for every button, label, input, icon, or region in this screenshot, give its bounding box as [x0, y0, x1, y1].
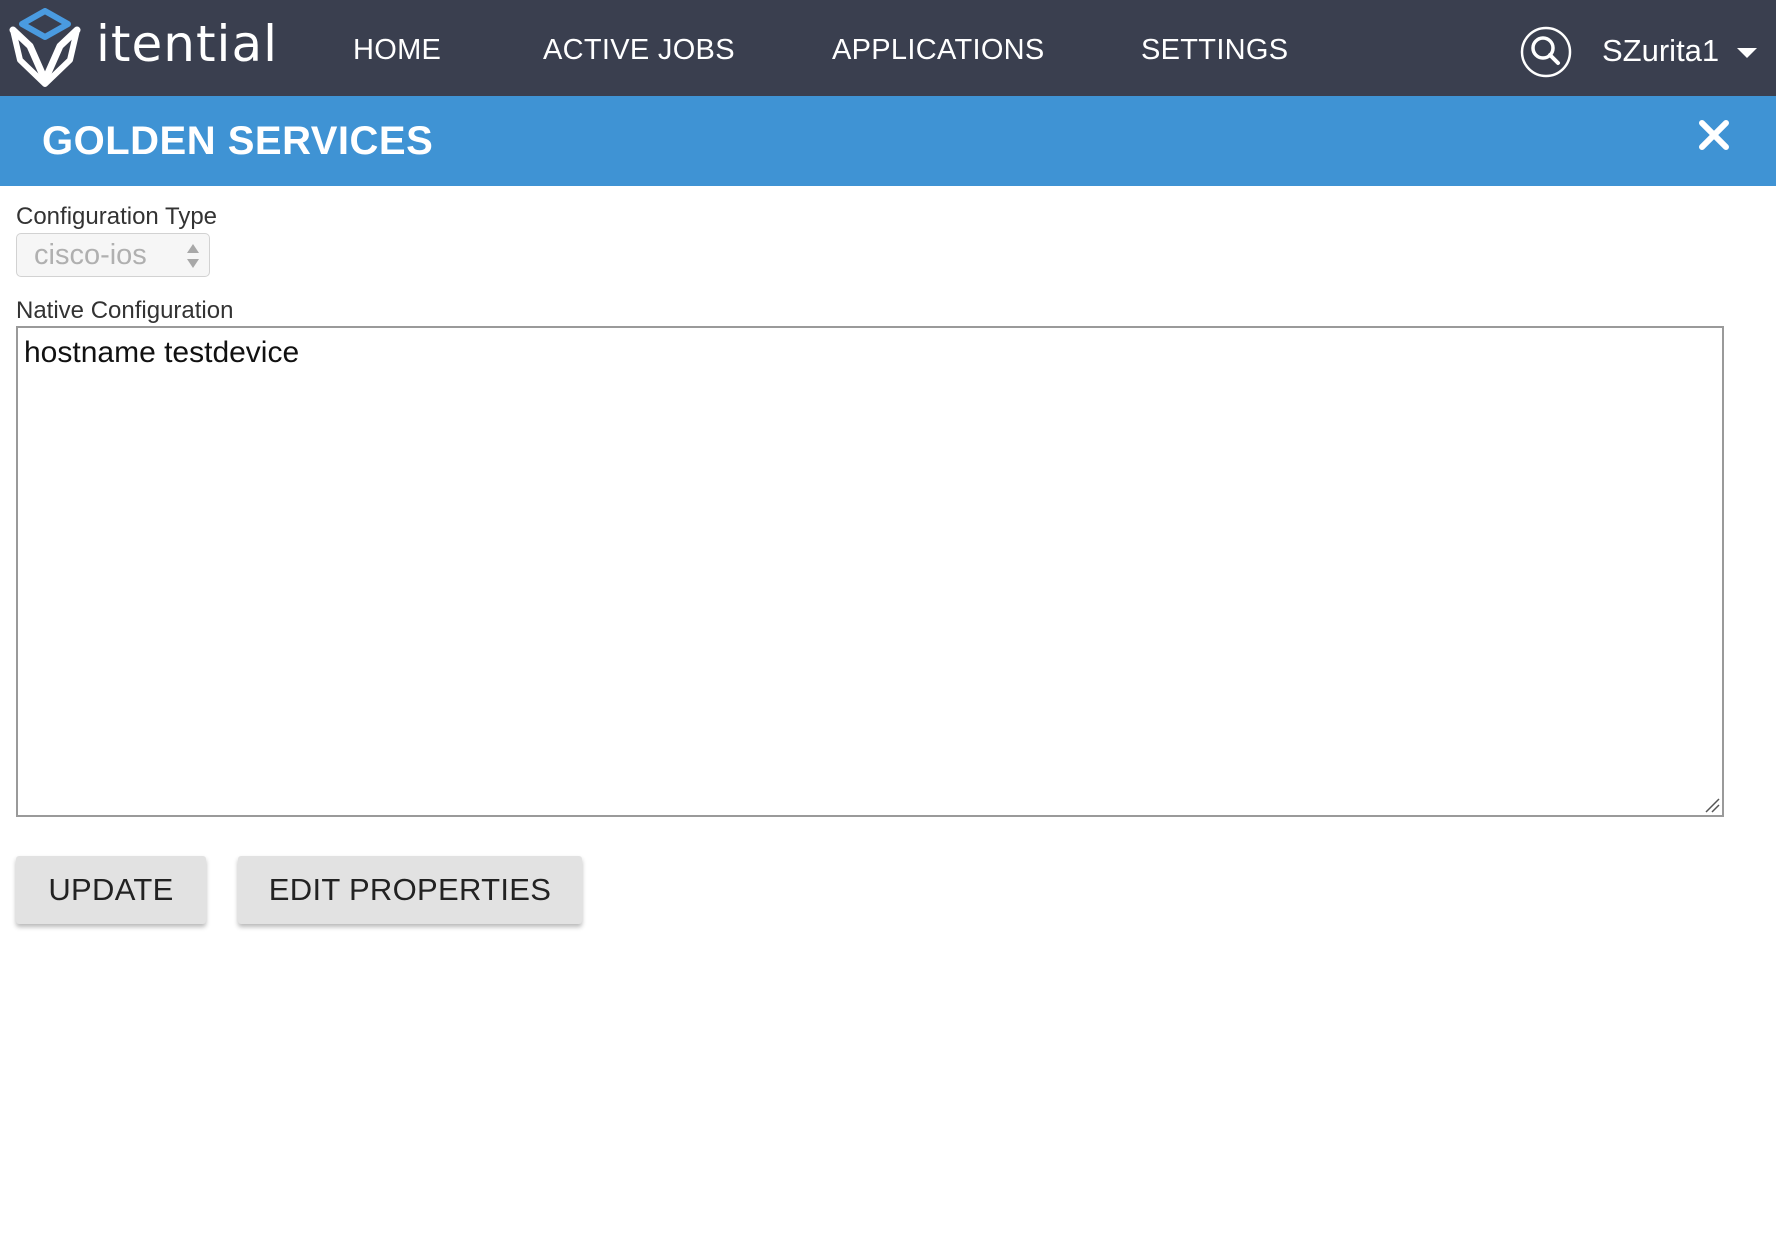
nav-home[interactable]: HOME [353, 34, 441, 67]
chevron-down-icon [1737, 48, 1758, 58]
nav-applications[interactable]: APPLICATIONS [832, 34, 1045, 67]
edit-properties-button[interactable]: EDIT PROPERTIES [238, 856, 582, 924]
user-name: SZurita1 [1602, 33, 1720, 68]
top-navigation-bar: itential HOME ACTIVE JOBS APPLICATIONS S… [0, 0, 1776, 96]
native-config-textarea[interactable]: hostname testdevice [16, 326, 1724, 817]
config-type-select[interactable]: cisco-ios [16, 233, 210, 277]
app-window: itential HOME ACTIVE JOBS APPLICATIONS S… [0, 0, 1776, 1240]
page-header-banner: GOLDEN SERVICES [0, 96, 1776, 186]
page-title: GOLDEN SERVICES [42, 119, 434, 163]
select-arrows-icon [187, 244, 199, 268]
close-icon[interactable] [1698, 119, 1730, 151]
update-button[interactable]: UPDATE [16, 856, 206, 924]
config-type-label: Configuration Type [16, 203, 218, 230]
native-config-text: hostname testdevice [24, 336, 300, 369]
user-menu[interactable]: SZurita1 [1602, 33, 1758, 69]
search-icon[interactable] [1520, 26, 1572, 78]
native-config-label: Native Configuration [16, 297, 234, 324]
itential-logo-icon [9, 8, 81, 87]
nav-settings[interactable]: SETTINGS [1141, 34, 1288, 67]
config-type-value: cisco-ios [34, 239, 147, 271]
itential-logo[interactable]: itential [8, 8, 278, 88]
resize-handle-icon[interactable] [1704, 797, 1720, 813]
brand-name: itential [96, 15, 278, 73]
nav-active-jobs[interactable]: ACTIVE JOBS [543, 34, 735, 67]
